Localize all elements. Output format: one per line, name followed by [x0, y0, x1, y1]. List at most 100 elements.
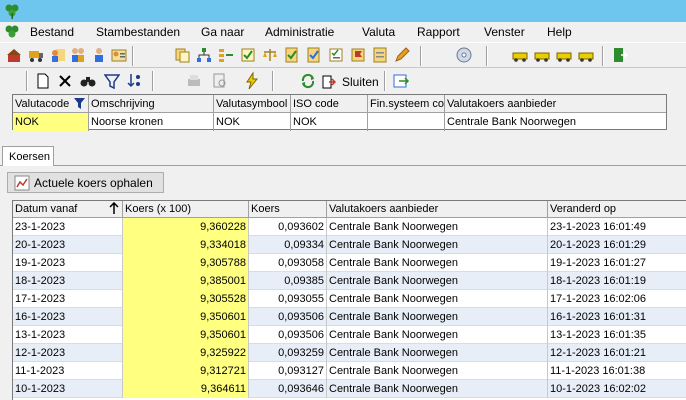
cell-datum-vanaf[interactable]: 10-1-2023 — [13, 380, 123, 398]
cell-valutakoers-aanbieder[interactable]: Centrale Bank Noorwegen — [327, 218, 548, 236]
col-header-koers-x100[interactable]: Koers (x 100) — [123, 201, 249, 218]
list-arrow-icon[interactable] — [218, 47, 234, 63]
cell-koers[interactable]: 0,093127 — [249, 362, 327, 380]
cell-valutakoers-aanbieder[interactable]: Centrale Bank Noorwegen — [327, 380, 548, 398]
cell-veranderd-op[interactable]: 11-1-2023 16:01:38 — [548, 362, 686, 380]
car-alt-icon[interactable] — [578, 47, 594, 63]
col-header-omschrijving[interactable]: Omschrijving — [89, 95, 214, 113]
scales-icon[interactable] — [262, 47, 278, 63]
person-blue-icon[interactable] — [91, 47, 107, 63]
cell-koers-x100[interactable]: 9,385001 — [123, 272, 249, 290]
delete-icon[interactable] — [58, 71, 72, 91]
col-header-iso-code[interactable]: ISO code — [291, 95, 368, 113]
cell-koers-x100[interactable]: 9,360228 — [123, 218, 249, 236]
print-preview-icon[interactable] — [212, 71, 228, 91]
table-row[interactable]: 20-1-2023 9,334018 0,09334 Centrale Bank No… — [13, 236, 686, 254]
cell-koers-x100[interactable]: 9,312721 — [123, 362, 249, 380]
menu-ga-naar[interactable]: Ga naar — [201, 25, 244, 39]
cell-veranderd-op[interactable]: 16-1-2023 16:01:31 — [548, 308, 686, 326]
table-row[interactable]: 11-1-2023 9,312721 0,093127 Centrale Bank N… — [13, 362, 686, 380]
binoculars-icon[interactable] — [80, 71, 96, 91]
table-row[interactable]: 10-1-2023 9,364611 0,093646 Centrale Bank N… — [13, 380, 686, 398]
cell-fin-systeem-code[interactable] — [368, 113, 445, 131]
cell-veranderd-op[interactable]: 13-1-2023 16:01:35 — [548, 326, 686, 344]
cell-datum-vanaf[interactable]: 12-1-2023 — [13, 344, 123, 362]
menu-rapport[interactable]: Rapport — [417, 25, 460, 39]
filter-icon[interactable] — [104, 71, 120, 91]
cell-koers-x100[interactable]: 9,350601 — [123, 308, 249, 326]
cell-veranderd-op[interactable]: 10-1-2023 16:02:02 — [548, 380, 686, 398]
cell-valutasymbool[interactable]: NOK — [214, 113, 291, 131]
flag-document-icon[interactable] — [350, 47, 366, 63]
table-row[interactable]: 12-1-2023 9,325922 0,093259 Centrale Bank N… — [13, 344, 686, 362]
table-row[interactable]: 17-1-2023 9,305528 0,093055 Centrale Bank N… — [13, 290, 686, 308]
cell-koers[interactable]: 0,093506 — [249, 308, 327, 326]
cell-koers[interactable]: 0,093646 — [249, 380, 327, 398]
cell-veranderd-op[interactable]: 12-1-2023 16:01:21 — [548, 344, 686, 362]
cell-koers-x100[interactable]: 9,364611 — [123, 380, 249, 398]
cell-valutacode[interactable]: NOK — [13, 113, 89, 131]
menu-help[interactable]: Help — [547, 25, 572, 39]
house-icon[interactable] — [6, 47, 22, 63]
cell-koers[interactable]: 0,093058 — [249, 254, 327, 272]
export-window-icon[interactable] — [392, 71, 410, 91]
cell-valutakoers-aanbieder[interactable]: Centrale Bank Noorwegen — [327, 326, 548, 344]
table-row[interactable]: 18-1-2023 9,385001 0,09385 Centrale Bank No… — [13, 272, 686, 290]
cell-valutakoers-aanbieder[interactable]: Centrale Bank Noorwegen — [327, 290, 548, 308]
cell-koers-x100[interactable]: 9,305788 — [123, 254, 249, 272]
clover-menu-icon[interactable] — [4, 24, 20, 40]
menu-valuta[interactable]: Valuta — [362, 25, 395, 39]
col-header-valutasymbool[interactable]: Valutasymbool — [214, 95, 291, 113]
table-row[interactable]: 16-1-2023 9,350601 0,093506 Centrale Bank N… — [13, 308, 686, 326]
cell-koers[interactable]: 0,093259 — [249, 344, 327, 362]
fetch-rates-button[interactable]: Actuele koers ophalen — [7, 172, 164, 193]
cell-datum-vanaf[interactable]: 11-1-2023 — [13, 362, 123, 380]
cell-veranderd-op[interactable]: 19-1-2023 16:01:27 — [548, 254, 686, 272]
table-row[interactable]: 19-1-2023 9,305788 0,093058 Centrale Bank N… — [13, 254, 686, 272]
sort-arrows-icon[interactable] — [126, 71, 144, 91]
network-tree-icon[interactable] — [196, 47, 212, 63]
cell-koers[interactable]: 0,093055 — [249, 290, 327, 308]
close-button[interactable]: Sluiten — [318, 72, 380, 92]
cell-valutakoers-aanbieder[interactable]: Centrale Bank Noorwegen — [327, 272, 548, 290]
col-header-koers[interactable]: Koers — [249, 201, 327, 218]
table-row[interactable]: 13-1-2023 9,350601 0,093506 Centrale Bank N… — [13, 326, 686, 344]
document-check-icon[interactable] — [284, 47, 300, 63]
currency-row[interactable]: NOK Noorse kronen NOK NOK Centrale Bank … — [13, 113, 666, 131]
disc-icon[interactable] — [456, 47, 472, 63]
person-document-icon[interactable] — [50, 47, 66, 63]
menu-stambestanden[interactable]: Stambestanden — [96, 25, 180, 39]
copy-documents-icon[interactable] — [174, 47, 190, 63]
pencil-icon[interactable] — [394, 47, 410, 63]
cell-datum-vanaf[interactable]: 20-1-2023 — [13, 236, 123, 254]
col-header-valutakoers-aanbieder[interactable]: Valutakoers aanbieder — [445, 95, 666, 113]
menu-venster[interactable]: Venster — [484, 25, 525, 39]
cell-koers[interactable]: 0,093602 — [249, 218, 327, 236]
col-header-valutakoers-aanbieder[interactable]: Valutakoers aanbieder — [327, 201, 548, 218]
refresh-icon[interactable] — [300, 71, 316, 91]
cell-koers-x100[interactable]: 9,350601 — [123, 326, 249, 344]
list-check-icon[interactable] — [240, 47, 256, 63]
car-icon[interactable] — [534, 47, 550, 63]
cell-datum-vanaf[interactable]: 13-1-2023 — [13, 326, 123, 344]
cell-valutakoers-aanbieder[interactable]: Centrale Bank Noorwegen — [327, 254, 548, 272]
car-forward-icon[interactable] — [512, 47, 528, 63]
cell-datum-vanaf[interactable]: 23-1-2023 — [13, 218, 123, 236]
cell-datum-vanaf[interactable]: 16-1-2023 — [13, 308, 123, 326]
cell-iso-code[interactable]: NOK — [291, 113, 368, 131]
cell-koers-x100[interactable]: 9,305528 — [123, 290, 249, 308]
cell-valutakoers-aanbieder[interactable]: Centrale Bank Noorwegen — [327, 344, 548, 362]
menu-bestand[interactable]: Bestand — [30, 25, 74, 39]
new-document-icon[interactable] — [36, 71, 50, 91]
cell-koers[interactable]: 0,09334 — [249, 236, 327, 254]
person-card-icon[interactable] — [111, 47, 127, 63]
print-icon[interactable] — [186, 71, 202, 91]
exit-door-icon[interactable] — [612, 47, 628, 63]
truck-icon[interactable] — [28, 47, 44, 63]
col-header-valutacode[interactable]: Valutacode — [13, 95, 89, 113]
car-back-icon[interactable] — [556, 47, 572, 63]
tab-koersen[interactable]: Koersen — [2, 146, 54, 167]
col-header-datum-vanaf[interactable]: Datum vanaf — [13, 201, 123, 218]
cell-valutakoers-aanbieder[interactable]: Centrale Bank Noorwegen — [327, 236, 548, 254]
menu-administratie[interactable]: Administratie — [265, 25, 334, 39]
